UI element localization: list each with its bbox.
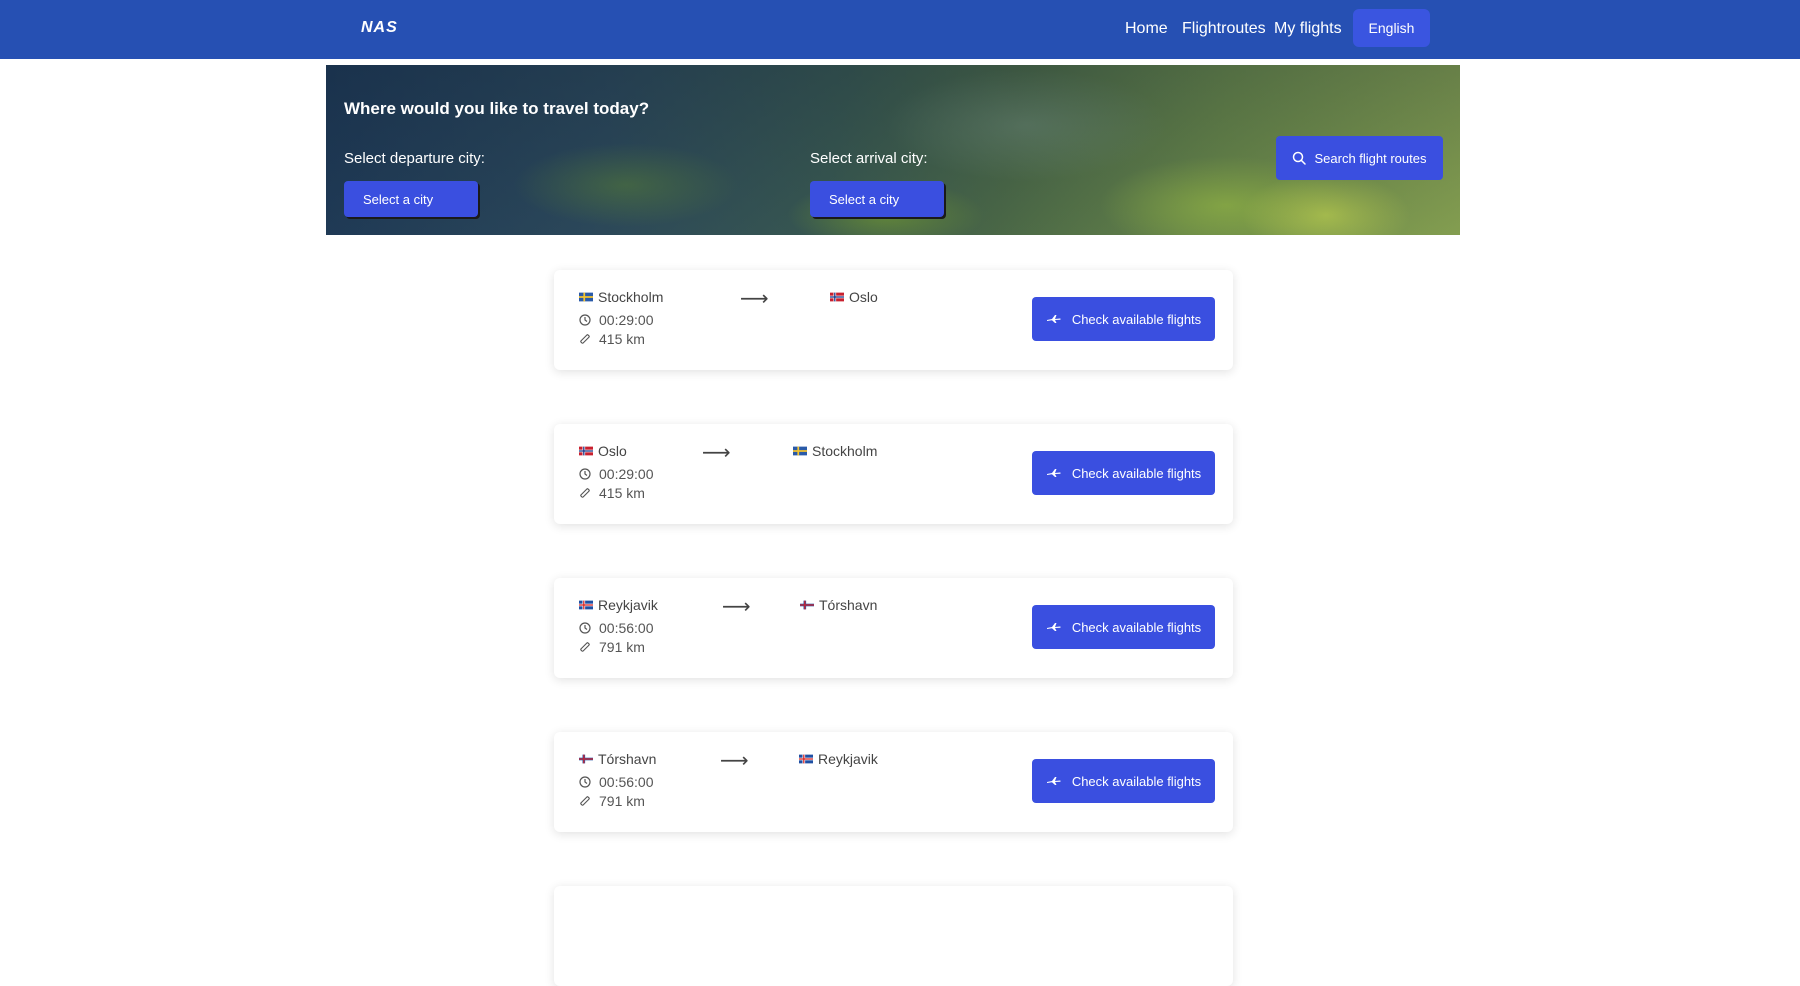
route-to: Oslo bbox=[830, 289, 878, 305]
route-from: Tórshavn bbox=[579, 751, 656, 767]
iceland-flag-icon bbox=[799, 754, 813, 764]
flight-distance: 415 km bbox=[579, 331, 645, 347]
hero-title: Where would you like to travel today? bbox=[344, 99, 650, 118]
duration-value: 00:29:00 bbox=[599, 312, 654, 328]
faroe-flag-icon bbox=[579, 754, 593, 764]
clock-icon bbox=[579, 622, 591, 634]
flight-distance: 415 km bbox=[579, 485, 645, 501]
route-from: Oslo bbox=[579, 443, 627, 459]
to-city-name: Reykjavik bbox=[818, 751, 878, 767]
clock-icon bbox=[579, 776, 591, 788]
check-button-label: Check available flights bbox=[1071, 619, 1202, 635]
distance-value: 791 km bbox=[599, 639, 645, 655]
nav-link-home[interactable]: Home bbox=[1125, 20, 1168, 38]
ruler-icon bbox=[580, 796, 590, 806]
check-available-flights-button[interactable]: Check available flights bbox=[1032, 451, 1215, 495]
to-city-name: Tórshavn bbox=[819, 597, 878, 613]
airplane-icon bbox=[1046, 315, 1061, 323]
distance-value: 415 km bbox=[599, 485, 645, 501]
flight-duration: 00:56:00 bbox=[579, 620, 654, 636]
route-from: Reykjavik bbox=[579, 597, 658, 613]
arrival-label: Select arrival city: bbox=[810, 150, 928, 167]
ruler-icon bbox=[580, 334, 590, 344]
from-city-name: Tórshavn bbox=[598, 751, 657, 767]
arrow-right-icon: ⟶ bbox=[720, 750, 749, 772]
duration-value: 00:56:00 bbox=[599, 620, 654, 636]
norway-flag-icon bbox=[830, 292, 844, 302]
flight-distance: 791 km bbox=[579, 639, 645, 655]
ruler-icon bbox=[580, 488, 590, 498]
route-card bbox=[554, 886, 1233, 986]
iceland-flag-icon bbox=[579, 600, 593, 610]
to-city-name: Oslo bbox=[849, 289, 878, 305]
arrival-city-select[interactable]: Select a city bbox=[810, 181, 944, 217]
duration-value: 00:29:00 bbox=[599, 466, 654, 482]
nav-link-my-flights[interactable]: My flights bbox=[1274, 20, 1342, 38]
search-hero: Where would you like to travel today? Se… bbox=[326, 65, 1460, 235]
to-city-name: Stockholm bbox=[812, 443, 878, 459]
check-button-label: Check available flights bbox=[1071, 311, 1202, 327]
check-available-flights-button[interactable]: Check available flights bbox=[1032, 759, 1215, 803]
arrow-right-icon: ⟶ bbox=[740, 288, 769, 310]
top-navbar: NAS Home Flightroutes My flights English bbox=[0, 0, 1800, 59]
check-button-label: Check available flights bbox=[1071, 465, 1202, 481]
flight-duration: 00:29:00 bbox=[579, 312, 654, 328]
check-available-flights-button[interactable]: Check available flights bbox=[1032, 605, 1215, 649]
clock-icon bbox=[579, 314, 591, 326]
flight-distance: 791 km bbox=[579, 793, 645, 809]
distance-value: 791 km bbox=[599, 793, 645, 809]
search-button-label: Search flight routes bbox=[1314, 150, 1427, 166]
search-flight-routes-button[interactable]: Search flight routes bbox=[1276, 136, 1443, 180]
flight-duration: 00:56:00 bbox=[579, 774, 654, 790]
route-from: Stockholm bbox=[579, 289, 663, 305]
clock-icon bbox=[579, 468, 591, 480]
duration-value: 00:56:00 bbox=[599, 774, 654, 790]
departure-city-select[interactable]: Select a city bbox=[344, 181, 478, 217]
from-city-name: Stockholm bbox=[598, 289, 664, 305]
brand-logo[interactable]: NAS bbox=[361, 19, 398, 37]
route-card: Tórshavn ⟶ Reykjavik 00:56:00 791 km Che… bbox=[554, 732, 1233, 832]
sweden-flag-icon bbox=[793, 446, 807, 456]
route-to: Tórshavn bbox=[800, 597, 877, 613]
faroe-flag-icon bbox=[800, 600, 814, 610]
check-available-flights-button[interactable]: Check available flights bbox=[1032, 297, 1215, 341]
arrow-right-icon: ⟶ bbox=[722, 596, 751, 618]
language-button[interactable]: English bbox=[1353, 9, 1430, 47]
route-card: Reykjavik ⟶ Tórshavn 00:56:00 791 km Che… bbox=[554, 578, 1233, 678]
route-card: Oslo ⟶ Stockholm 00:29:00 415 km Check a… bbox=[554, 424, 1233, 524]
route-to: Stockholm bbox=[793, 443, 877, 459]
from-city-name: Reykjavik bbox=[598, 597, 658, 613]
flight-duration: 00:29:00 bbox=[579, 466, 654, 482]
distance-value: 415 km bbox=[599, 331, 645, 347]
route-to: Reykjavik bbox=[799, 751, 878, 767]
nav-link-flightroutes[interactable]: Flightroutes bbox=[1182, 20, 1266, 38]
arrow-right-icon: ⟶ bbox=[702, 442, 731, 464]
ruler-icon bbox=[580, 642, 590, 652]
route-card: Stockholm ⟶ Oslo 00:29:00 415 km Check a… bbox=[554, 270, 1233, 370]
norway-flag-icon bbox=[579, 446, 593, 456]
airplane-icon bbox=[1046, 623, 1061, 631]
from-city-name: Oslo bbox=[598, 443, 627, 459]
airplane-icon bbox=[1046, 469, 1061, 477]
sweden-flag-icon bbox=[579, 292, 593, 302]
search-icon bbox=[1293, 151, 1307, 165]
airplane-icon bbox=[1046, 777, 1061, 785]
departure-label: Select departure city: bbox=[344, 150, 485, 167]
check-button-label: Check available flights bbox=[1071, 773, 1202, 789]
